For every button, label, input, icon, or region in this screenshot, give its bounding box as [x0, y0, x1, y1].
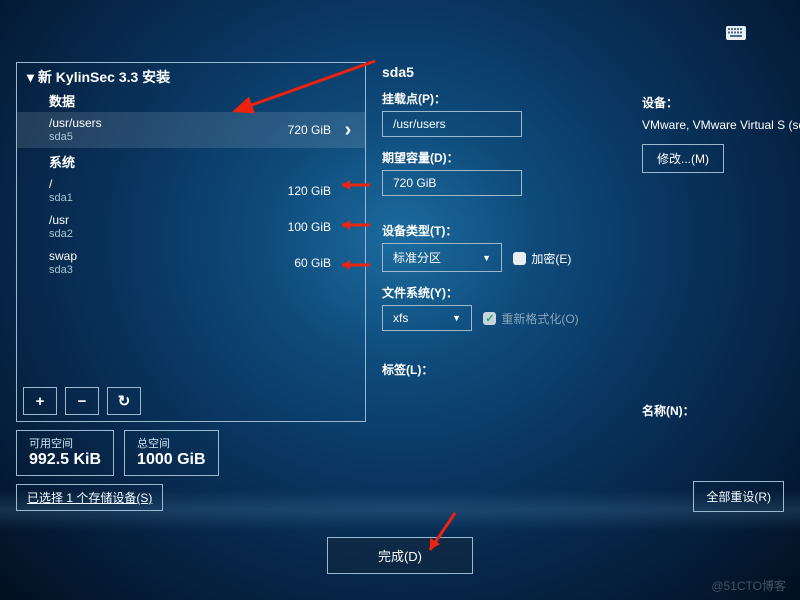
- checkbox-icon: [513, 252, 526, 265]
- install-title[interactable]: ▾ 新 KylinSec 3.3 安装: [17, 63, 365, 87]
- add-button[interactable]: +: [23, 387, 57, 415]
- device-value: VMware, VMware Virtual S (sda): [642, 117, 800, 134]
- device-type-field: 设备类型(T)： 标准分区▼ 加密(E): [382, 222, 784, 272]
- selected-storage-button[interactable]: 已选择 1 个存储设备(S): [16, 484, 163, 511]
- chevron-down-icon: ▼: [452, 313, 461, 323]
- modify-button[interactable]: 修改...(M): [642, 144, 724, 173]
- total-space-box: 总空间 1000 GiB: [124, 430, 218, 476]
- reload-button[interactable]: ↻: [107, 387, 141, 415]
- remove-button[interactable]: −: [65, 387, 99, 415]
- encrypt-checkbox[interactable]: 加密(E): [513, 250, 571, 267]
- chevron-right-icon: [341, 120, 355, 140]
- device-label: sda5: [49, 131, 102, 143]
- done-button[interactable]: 完成(D): [327, 537, 473, 574]
- reformat-checkbox[interactable]: ✓重新格式化(O): [483, 310, 578, 327]
- tag-field: 标签(L)：: [382, 361, 784, 378]
- filesystem-field: 文件系统(Y)： xfs▼ ✓重新格式化(O): [382, 284, 784, 331]
- section-system: 系统: [17, 148, 365, 173]
- capacity-input[interactable]: 720 GiB: [382, 170, 522, 196]
- device-type-select[interactable]: 标准分区▼: [382, 243, 502, 272]
- available-space-box: 可用空间 992.5 KiB: [16, 430, 114, 476]
- size-label: 720 GiB: [102, 123, 341, 137]
- partition-list-panel: ▾ 新 KylinSec 3.3 安装 数据 /usr/userssda5 72…: [16, 62, 366, 422]
- mount-label: /usr/users: [49, 117, 102, 130]
- partition-row-sda5[interactable]: /usr/userssda5 720 GiB: [17, 112, 365, 148]
- reset-all-button[interactable]: 全部重设(R): [693, 481, 784, 512]
- filesystem-select[interactable]: xfs▼: [382, 305, 472, 331]
- checkbox-checked-icon: ✓: [483, 312, 496, 325]
- section-data: 数据: [17, 87, 365, 112]
- watermark: @51CTO博客: [711, 577, 786, 594]
- partition-row-sda2[interactable]: /usrsda2 100 GiB: [17, 209, 365, 245]
- mount-point-input[interactable]: /usr/users: [382, 111, 522, 137]
- chevron-down-icon: ▼: [482, 253, 491, 263]
- partition-row-sda3[interactable]: swapsda3 60 GiB: [17, 245, 365, 281]
- partition-title: sda5: [382, 64, 784, 80]
- partition-row-sda1[interactable]: /sda1 120 GiB: [17, 173, 365, 209]
- keyboard-icon[interactable]: [726, 26, 746, 40]
